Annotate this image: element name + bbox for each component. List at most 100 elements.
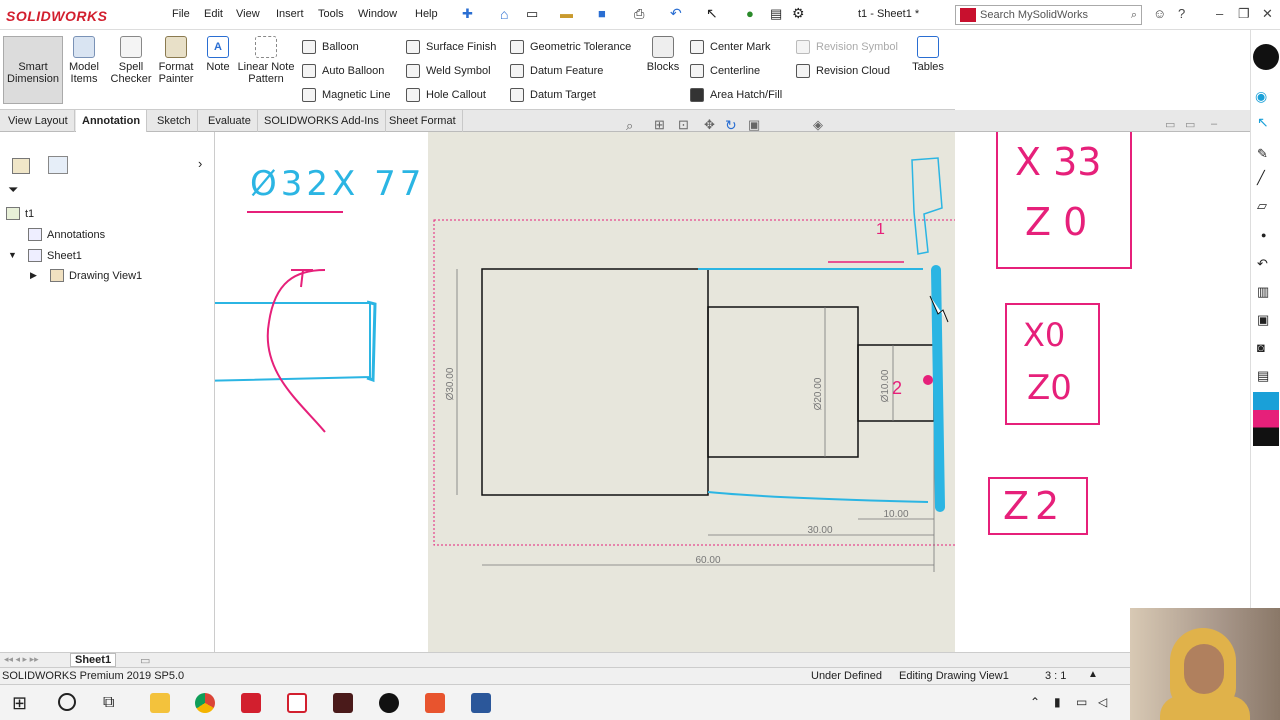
tray-volume-icon[interactable]: ◁ — [1098, 695, 1107, 709]
tree-sheet1[interactable]: Sheet1 — [28, 249, 82, 262]
view-minimize-icon[interactable]: – — [1211, 118, 1217, 130]
tab-addins[interactable]: SOLIDWORKS Add-Ins — [258, 110, 386, 132]
tray-usb-icon[interactable]: ▮ — [1054, 695, 1061, 709]
rebuild-icon[interactable]: ● — [746, 6, 754, 21]
tables-button[interactable]: Tables — [910, 36, 946, 73]
ink-app-icon[interactable] — [379, 693, 399, 713]
menu-edit[interactable]: Edit — [204, 8, 223, 20]
note-button[interactable]: A Note — [204, 36, 232, 73]
restore-icon[interactable]: ❐ — [1238, 6, 1250, 22]
new-document-icon[interactable]: ▭ — [526, 6, 538, 22]
sheet-scale[interactable]: 3 : 1 — [1045, 670, 1066, 682]
scale-up-chevron-icon[interactable]: ▲ — [1088, 669, 1098, 680]
dim-length-30[interactable]: 30.00 — [807, 525, 832, 536]
tab-evaluate[interactable]: Evaluate — [202, 110, 258, 132]
minimize-icon[interactable]: – — [1216, 6, 1223, 21]
ink-tool-icon[interactable] — [1253, 44, 1279, 70]
tab-sheet-format[interactable]: Sheet Format — [383, 110, 463, 132]
model-items-button[interactable]: Model Items — [66, 36, 102, 85]
linear-note-pattern-button[interactable]: Linear Note Pattern — [237, 36, 295, 85]
word-icon[interactable] — [471, 693, 491, 713]
line-icon[interactable]: ╱ — [1257, 170, 1265, 186]
eraser-icon[interactable]: ▱ — [1257, 198, 1267, 214]
feature-tree-tab-icon[interactable] — [12, 158, 30, 174]
undo-ink-icon[interactable]: ↶ — [1257, 256, 1268, 272]
trash-icon[interactable]: ▥ — [1257, 284, 1269, 300]
home-icon[interactable]: ⌂ — [500, 6, 508, 22]
pdf-reader-icon[interactable] — [287, 693, 307, 713]
tree-annotations[interactable]: Annotations — [28, 228, 105, 241]
windows-start-icon[interactable]: ⊞ — [12, 693, 32, 713]
pen-icon[interactable]: ✎ — [1257, 146, 1268, 162]
weld-symbol-button[interactable]: Weld Symbol — [406, 62, 491, 80]
tree-root[interactable]: t1 — [6, 207, 34, 220]
open-folder-icon[interactable]: ▬ — [560, 6, 573, 21]
drawing-view1[interactable]: Ø30.00 Ø20.00 Ø10.00 10.00 30.00 60.00 1… — [428, 132, 955, 652]
pan-icon[interactable]: ✥ — [704, 117, 715, 133]
tab-view-layout[interactable]: View Layout — [2, 110, 75, 132]
tray-expand-icon[interactable]: ⌃ — [1030, 695, 1040, 709]
balloon-button[interactable]: Balloon — [302, 38, 359, 56]
format-painter-button[interactable]: Format Painter — [156, 36, 196, 85]
print-icon[interactable]: ⎙ — [634, 6, 644, 22]
zoom-previous-icon[interactable]: ⊡ — [678, 117, 689, 133]
color-palette-icon[interactable] — [1253, 392, 1279, 446]
area-hatch-button[interactable]: Area Hatch/Fill — [690, 86, 782, 104]
dim-diameter-30[interactable]: Ø30.00 — [445, 367, 456, 400]
expand-view-icon[interactable]: ▶ — [30, 270, 37, 281]
dim-length-60[interactable]: 60.00 — [695, 555, 720, 566]
file-explorer-icon[interactable] — [150, 693, 170, 713]
solidworks-logo[interactable]: SOLIDWORKS — [6, 3, 144, 28]
tray-network-icon[interactable]: ▭ — [1076, 695, 1087, 709]
eye-icon[interactable]: ◉ — [1255, 88, 1267, 105]
media-app-icon[interactable] — [333, 693, 353, 713]
sheet-nav-arrows-icon[interactable]: ◂◂ ◂ ▸ ▸▸ — [4, 654, 39, 665]
view-next-icon[interactable]: ▭ — [1185, 118, 1195, 131]
hole-callout-button[interactable]: Hole Callout — [406, 86, 486, 104]
undo-icon[interactable]: ↶ — [670, 5, 682, 22]
collapse-sheet-icon[interactable]: ▼ — [8, 250, 17, 260]
dim-diameter-20[interactable]: Ø20.00 — [813, 377, 824, 410]
blocks-button[interactable]: Blocks — [646, 36, 680, 73]
magnetic-line-button[interactable]: Magnetic Line — [302, 86, 391, 104]
search-input[interactable]: Search MySolidWorks ⌕ — [955, 5, 1142, 25]
tab-sketch[interactable]: Sketch — [151, 110, 198, 132]
spell-checker-button[interactable]: Spell Checker — [110, 36, 152, 85]
centerline-button[interactable]: Centerline — [690, 62, 760, 80]
revision-cloud-button[interactable]: Revision Cloud — [796, 62, 890, 80]
menu-insert[interactable]: Insert — [276, 8, 304, 20]
expand-panel-chevron-icon[interactable]: › — [198, 156, 202, 171]
search-icon[interactable]: ⌕ — [1131, 9, 1137, 22]
capture-icon[interactable]: ▣ — [1257, 312, 1269, 328]
cortana-search-icon[interactable] — [58, 693, 76, 711]
user-icon[interactable]: ☺ — [1153, 6, 1166, 21]
chrome-icon[interactable] — [195, 693, 215, 713]
surface-finish-button[interactable]: Surface Finish — [406, 38, 496, 56]
zoom-area-icon[interactable]: ⊞ — [654, 117, 665, 133]
select-arrow-icon[interactable]: ↖ — [706, 5, 718, 22]
filter-icon[interactable]: ⏷ — [8, 182, 18, 198]
dim-length-10[interactable]: 10.00 — [883, 509, 908, 520]
clipboard-icon[interactable]: ▤ — [1257, 368, 1269, 384]
tree-drawing-view1[interactable]: Drawing View1 — [50, 269, 142, 282]
solidworks-taskbar-icon[interactable] — [241, 693, 261, 713]
datum-feature-button[interactable]: Datum Feature — [510, 62, 603, 80]
save-icon[interactable]: ■ — [598, 6, 606, 21]
camtasia-icon[interactable] — [425, 693, 445, 713]
revision-symbol-button[interactable]: Revision Symbol — [796, 38, 898, 56]
menu-window[interactable]: Window — [358, 8, 397, 20]
view-settings-icon[interactable]: ◈ — [813, 117, 823, 133]
close-icon[interactable]: ✕ — [1262, 6, 1273, 22]
camera-icon[interactable]: ◙ — [1257, 340, 1265, 355]
menu-file[interactable]: File — [172, 8, 190, 20]
property-manager-tab-icon[interactable] — [48, 156, 68, 174]
menu-view[interactable]: View — [236, 8, 260, 20]
menu-help[interactable]: Help — [415, 8, 438, 20]
view-tile-icon[interactable]: ▭ — [1165, 118, 1175, 131]
dim-diameter-10[interactable]: Ø10.00 — [880, 369, 891, 402]
datum-target-button[interactable]: Datum Target — [510, 86, 596, 104]
geometric-tolerance-button[interactable]: Geometric Tolerance — [510, 38, 631, 56]
menu-tools[interactable]: Tools — [318, 8, 344, 20]
pointer-icon[interactable]: ↖ — [1257, 114, 1269, 131]
add-sheet-icon[interactable]: ▭ — [140, 654, 150, 667]
